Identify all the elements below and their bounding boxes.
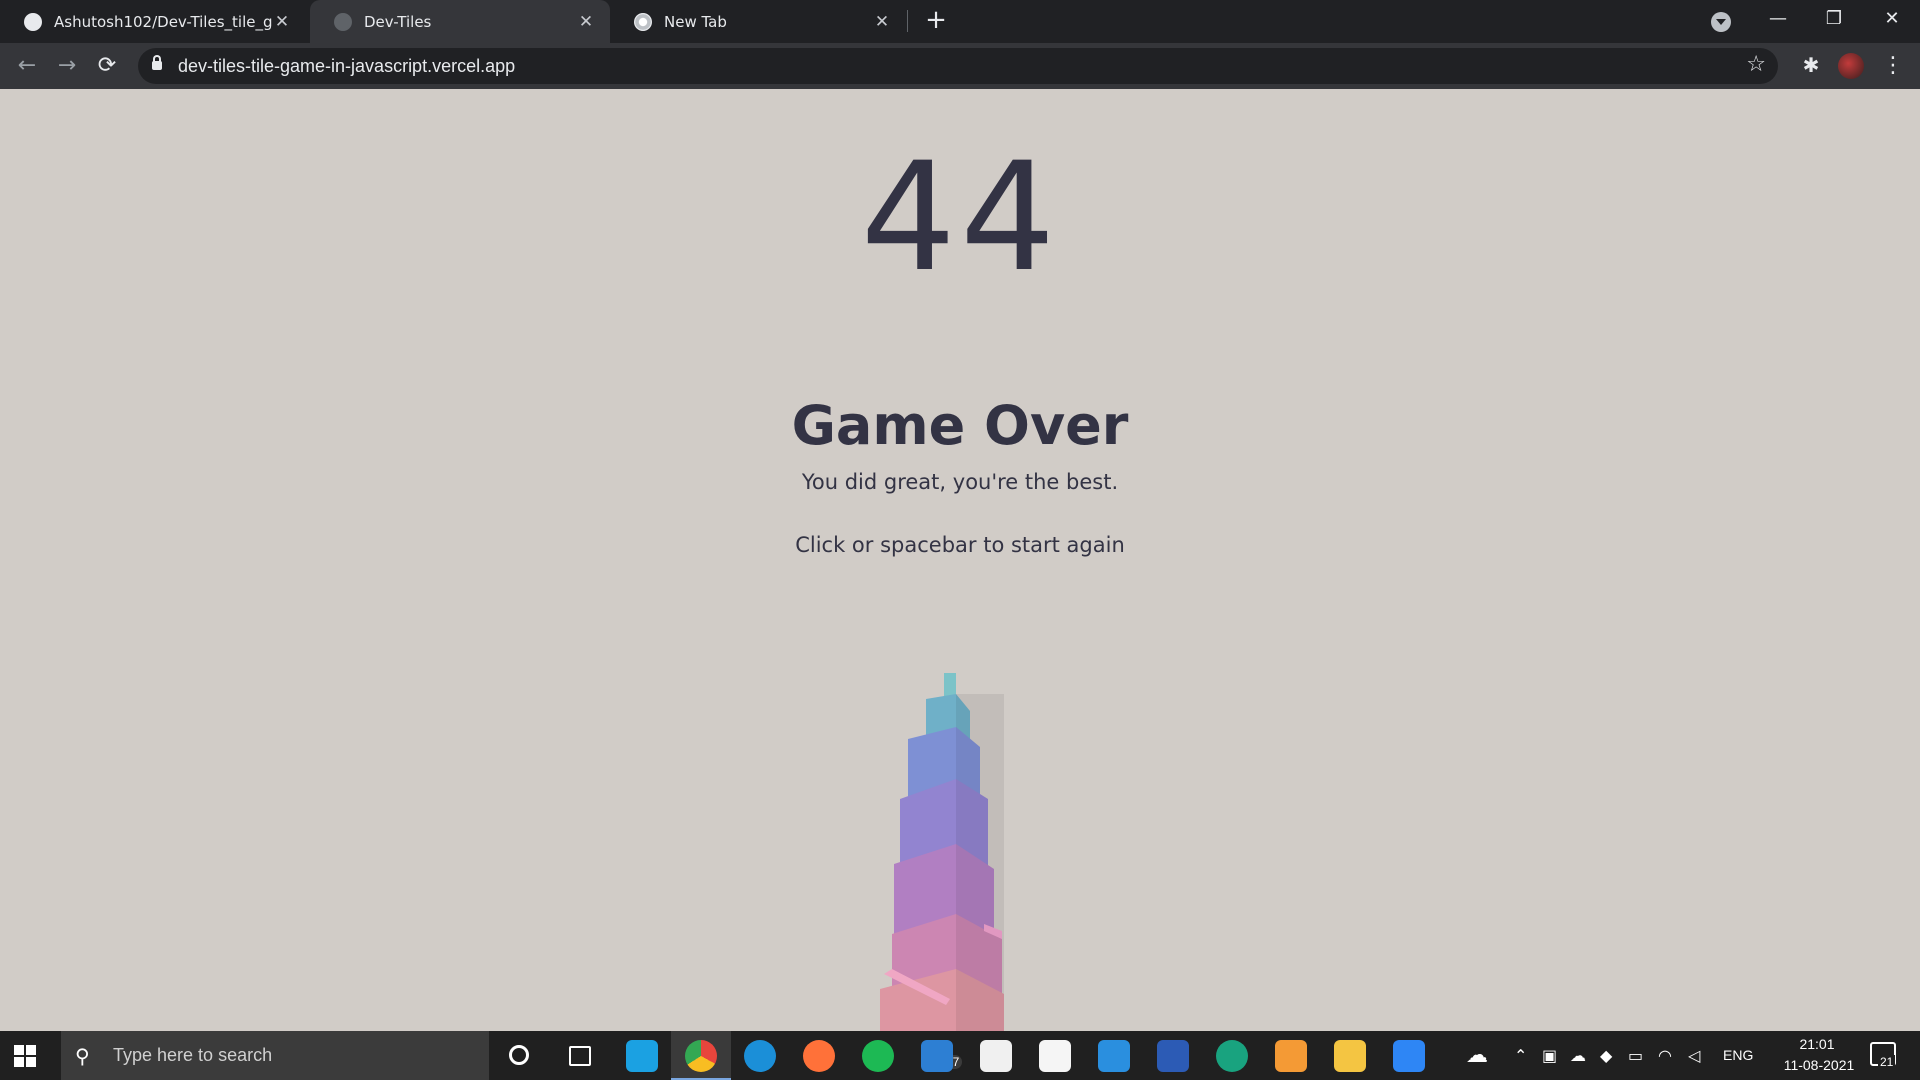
address-bar[interactable]: dev-tiles-tile-game-in-javascript.vercel…: [138, 48, 1778, 84]
github-icon: [24, 12, 42, 31]
dev-icon[interactable]: [1157, 1040, 1189, 1072]
close-icon[interactable]: ✕: [272, 12, 292, 32]
close-window-button[interactable]: ✕: [1864, 0, 1920, 40]
edge-icon[interactable]: [744, 1040, 776, 1072]
browser-menu-icon[interactable]: ⋮: [1880, 51, 1906, 81]
reload-button[interactable]: ⟳: [92, 51, 122, 81]
search-placeholder[interactable]: Type here to search: [113, 1045, 272, 1066]
tab-title: Ashutosh102/Dev-Tiles_tile_game-in-javas…: [54, 12, 272, 31]
windows-taskbar: ⚲ Type here to search 27 ☁ ⌃ ▣ ☁ ◆ ▭ ◠ ◁…: [0, 1031, 1920, 1080]
wifi-icon[interactable]: ◠: [1658, 1046, 1672, 1065]
search-icon: ⚲: [75, 1043, 90, 1068]
amazon-icon[interactable]: [980, 1040, 1012, 1072]
profile-avatar[interactable]: [1838, 53, 1864, 79]
tab-github[interactable]: Ashutosh102/Dev-Tiles_tile_game-in-javas…: [0, 0, 306, 43]
chrome-icon[interactable]: [671, 1040, 731, 1080]
windows-start-icon[interactable]: [14, 1045, 36, 1067]
clock-date[interactable]: 11-08-2021: [1769, 1057, 1869, 1073]
score-display: 44: [860, 131, 1060, 305]
explorer-window-icon[interactable]: [626, 1040, 658, 1072]
game-over-subtitle: You did great, you're the best.: [801, 470, 1119, 494]
bookmark-star-icon[interactable]: ☆: [1746, 52, 1766, 77]
extensions-icon[interactable]: ✱: [1798, 53, 1824, 79]
globe-icon: [334, 12, 352, 31]
close-icon[interactable]: ✕: [576, 12, 596, 32]
browser-toolbar: ← → ⟳ dev-tiles-tile-game-in-javascript.…: [0, 43, 1920, 89]
battery-icon[interactable]: ▭: [1628, 1046, 1643, 1065]
file-explorer-icon[interactable]: [1334, 1040, 1366, 1072]
cortana-icon[interactable]: [509, 1045, 529, 1065]
cloud-icon[interactable]: ☁: [1466, 1043, 1488, 1068]
dino-game-icon[interactable]: [1039, 1040, 1071, 1072]
back-button[interactable]: ←: [12, 51, 42, 81]
meet-now-icon[interactable]: ▣: [1542, 1046, 1557, 1065]
forward-button[interactable]: →: [52, 51, 82, 81]
tab-search-icon[interactable]: [1711, 12, 1731, 32]
sublime-icon[interactable]: [1275, 1040, 1307, 1072]
restart-hint: Click or spacebar to start again: [795, 533, 1125, 557]
vscode-icon[interactable]: [1098, 1040, 1130, 1072]
dropbox-icon[interactable]: ◆: [1600, 1046, 1612, 1065]
close-icon[interactable]: ✕: [872, 12, 892, 32]
tab-dev-tiles[interactable]: Dev-Tiles ✕: [310, 0, 610, 43]
minimize-button[interactable]: —: [1750, 0, 1806, 40]
new-tab-button[interactable]: +: [921, 6, 951, 36]
volume-icon[interactable]: ◁: [1688, 1046, 1700, 1065]
browser-tab-bar: Ashutosh102/Dev-Tiles_tile_game-in-javas…: [0, 0, 1920, 43]
tab-title: New Tab: [664, 12, 727, 31]
game-over-title: Game Over: [791, 394, 1129, 457]
onedrive-icon[interactable]: ☁: [1570, 1046, 1586, 1065]
url-text[interactable]: dev-tiles-tile-game-in-javascript.vercel…: [178, 56, 515, 77]
taskbar-search-box[interactable]: ⚲ Type here to search: [61, 1031, 489, 1080]
tray-caret-icon[interactable]: ⌃: [1514, 1046, 1527, 1065]
wps-icon[interactable]: [1393, 1040, 1425, 1072]
mail-icon[interactable]: [921, 1040, 953, 1072]
tab-new-tab[interactable]: New Tab ✕: [610, 0, 906, 43]
game-page[interactable]: 44 Game Over You did great, you're the b…: [0, 89, 1920, 1031]
tower-blocks: [880, 673, 1004, 1031]
task-view-icon[interactable]: [569, 1046, 591, 1066]
firefox-icon[interactable]: [803, 1040, 835, 1072]
clock-time[interactable]: 21:01: [1787, 1036, 1847, 1052]
lock-icon[interactable]: [152, 55, 162, 70]
notification-count: 21: [1878, 1055, 1896, 1069]
restore-button[interactable]: ❐: [1806, 0, 1862, 40]
chatgpt-icon[interactable]: [1216, 1040, 1248, 1072]
spotify-icon[interactable]: [862, 1040, 894, 1072]
tab-title: Dev-Tiles: [364, 12, 432, 31]
tab-separator: [907, 10, 908, 32]
tower-shading: [956, 694, 1004, 1031]
tile-tower: [880, 673, 1004, 1031]
language-indicator[interactable]: ENG: [1723, 1047, 1753, 1063]
chrome-icon: [634, 12, 652, 31]
